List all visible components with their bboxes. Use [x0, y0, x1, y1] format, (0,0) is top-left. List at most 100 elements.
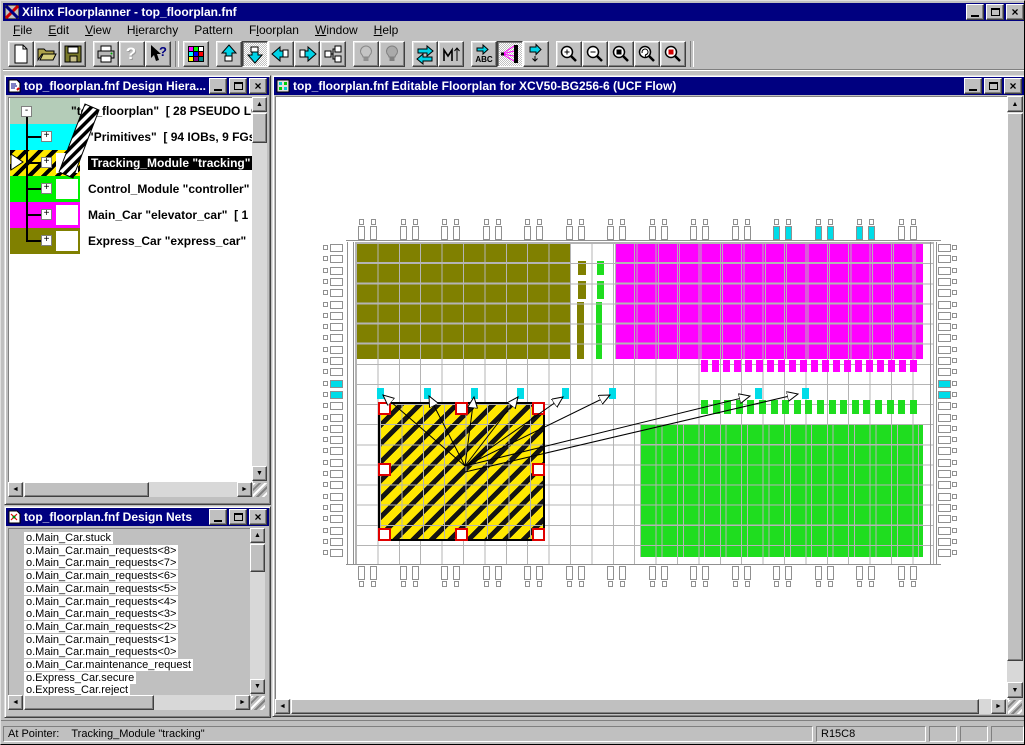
- hierarchy-minimize-button[interactable]: [209, 78, 227, 94]
- menu-pattern[interactable]: Pattern: [186, 22, 241, 38]
- scroll-left-icon[interactable]: [275, 699, 290, 714]
- expander-expand[interactable]: +: [41, 209, 52, 220]
- scroll-up-icon[interactable]: [1007, 96, 1023, 112]
- scroll-left-icon[interactable]: [8, 695, 23, 710]
- floorplan-vscrollbar[interactable]: [1007, 96, 1023, 698]
- highlight-on-button[interactable]: [379, 41, 405, 67]
- net-item[interactable]: o.Main_Car.main_requests<6>: [24, 570, 178, 582]
- hierarchy-titlebar[interactable]: top_floorplan.fnf Design Hiera...: [6, 77, 269, 95]
- scroll-right-icon[interactable]: [991, 699, 1006, 714]
- zoom-box-button[interactable]: [608, 41, 634, 67]
- scroll-down-icon[interactable]: [1007, 682, 1023, 698]
- app-titlebar[interactable]: Xilinx Floorplanner - top_floorplan.fnf: [3, 3, 1025, 21]
- tracking-module-selected[interactable]: [378, 402, 545, 541]
- hierarchy-close-button[interactable]: [249, 78, 267, 94]
- navigate-down-button[interactable]: [242, 41, 268, 67]
- maximize-button[interactable]: [986, 4, 1004, 20]
- color-palette-button[interactable]: [183, 41, 209, 67]
- scroll-thumb[interactable]: [252, 113, 267, 143]
- expander-expand[interactable]: +: [41, 235, 52, 246]
- hierarchy-hscrollbar[interactable]: [8, 482, 252, 497]
- floorplan-canvas[interactable]: [275, 96, 1009, 700]
- scroll-down-icon[interactable]: [250, 679, 265, 694]
- scroll-thumb[interactable]: [24, 482, 149, 497]
- selection-handle[interactable]: [455, 402, 468, 415]
- nets-close-button[interactable]: [249, 509, 267, 525]
- navigate-left-button[interactable]: [268, 41, 294, 67]
- selection-handle[interactable]: [455, 528, 468, 541]
- navigate-up-button[interactable]: [216, 41, 242, 67]
- floorplan-maximize-button[interactable]: [984, 78, 1002, 94]
- net-item[interactable]: o.Main_Car.main_requests<7>: [24, 557, 178, 569]
- net-item[interactable]: o.Main_Car.main_requests<4>: [24, 596, 178, 608]
- scroll-left-icon[interactable]: [8, 482, 23, 497]
- scroll-thumb[interactable]: [250, 544, 265, 572]
- net-item[interactable]: o.Main_Car.main_requests<2>: [24, 621, 178, 633]
- resize-grip[interactable]: [253, 483, 267, 497]
- menu-help[interactable]: Help: [366, 22, 407, 38]
- scroll-right-icon[interactable]: [237, 482, 252, 497]
- net-item[interactable]: o.Main_Car.main_requests<0>: [24, 646, 178, 658]
- scroll-thumb[interactable]: [1007, 113, 1023, 661]
- net-item[interactable]: o.Main_Car.main_requests<3>: [24, 608, 178, 620]
- show-names-button[interactable]: ABC: [471, 41, 497, 67]
- nets-maximize-button[interactable]: [229, 509, 247, 525]
- print-button[interactable]: [93, 41, 119, 67]
- navigate-right-button[interactable]: [294, 41, 320, 67]
- nets-hscrollbar[interactable]: [8, 695, 250, 710]
- scroll-thumb[interactable]: [291, 699, 979, 714]
- net-item[interactable]: o.Main_Car.main_requests<8>: [24, 545, 178, 557]
- hierarchy-maximize-button[interactable]: [229, 78, 247, 94]
- zoom-out-button[interactable]: [582, 41, 608, 67]
- floorplan-minimize-button[interactable]: [964, 78, 982, 94]
- menu-floorplan[interactable]: Floorplan: [241, 22, 307, 38]
- net-item[interactable]: o.Express_Car.secure: [24, 672, 136, 684]
- menu-edit[interactable]: Edit: [40, 22, 77, 38]
- zoom-selection-button[interactable]: [660, 41, 686, 67]
- context-help-button[interactable]: ?: [145, 41, 171, 67]
- highlight-off-button[interactable]: [353, 41, 379, 67]
- save-button[interactable]: [60, 41, 86, 67]
- scroll-right-icon[interactable]: [235, 695, 250, 710]
- selection-handle[interactable]: [378, 402, 391, 415]
- nets-vscrollbar[interactable]: [250, 528, 265, 694]
- open-button[interactable]: [34, 41, 60, 67]
- scroll-down-icon[interactable]: [252, 466, 267, 481]
- new-button[interactable]: [8, 41, 34, 67]
- hierarchy-vscrollbar[interactable]: [252, 97, 267, 481]
- zoom-full-button[interactable]: [634, 41, 660, 67]
- net-item[interactable]: o.Main_Car.main_requests<5>: [24, 583, 178, 595]
- tree-item-express-car[interactable]: Express_Car "express_car": [88, 234, 246, 248]
- zoom-in-button[interactable]: [556, 41, 582, 67]
- net-item[interactable]: o.Main_Car.maintenance_request: [24, 659, 193, 671]
- selection-handle[interactable]: [378, 528, 391, 541]
- hierarchy-view-button[interactable]: [320, 41, 346, 67]
- minimize-button[interactable]: [966, 4, 984, 20]
- menu-view[interactable]: View: [77, 22, 119, 38]
- selection-handle[interactable]: [532, 402, 545, 415]
- floorplan-hscrollbar[interactable]: [275, 699, 1007, 714]
- help-button[interactable]: ??: [119, 41, 145, 67]
- floorplan-close-button[interactable]: [1004, 78, 1022, 94]
- nets-minimize-button[interactable]: [209, 509, 227, 525]
- show-ports-button[interactable]: [523, 41, 549, 67]
- menu-window[interactable]: Window: [307, 22, 366, 38]
- scroll-thumb[interactable]: [24, 695, 154, 710]
- scroll-up-icon[interactable]: [250, 528, 265, 543]
- close-button[interactable]: [1006, 4, 1024, 20]
- mirror-bounds-button[interactable]: [438, 41, 464, 67]
- resize-grip[interactable]: [251, 696, 265, 710]
- floorplan-titlebar[interactable]: top_floorplan.fnf Editable Floorplan for…: [274, 77, 1024, 95]
- selection-handle[interactable]: [532, 463, 545, 476]
- net-item[interactable]: o.Main_Car.stuck: [24, 532, 113, 544]
- net-item[interactable]: o.Main_Car.main_requests<1>: [24, 634, 178, 646]
- selection-handle[interactable]: [378, 463, 391, 476]
- menu-file[interactable]: File: [5, 22, 40, 38]
- tree-item-main-car[interactable]: Main_Car "elevator_car" [ 1: [88, 208, 248, 222]
- resize-grip[interactable]: [1008, 700, 1022, 714]
- show-ratsnest-button[interactable]: [497, 41, 523, 67]
- scroll-up-icon[interactable]: [252, 97, 267, 112]
- swap-sides-button[interactable]: [412, 41, 438, 67]
- menu-hierarchy[interactable]: Hierarchy: [119, 22, 186, 38]
- selection-handle[interactable]: [532, 528, 545, 541]
